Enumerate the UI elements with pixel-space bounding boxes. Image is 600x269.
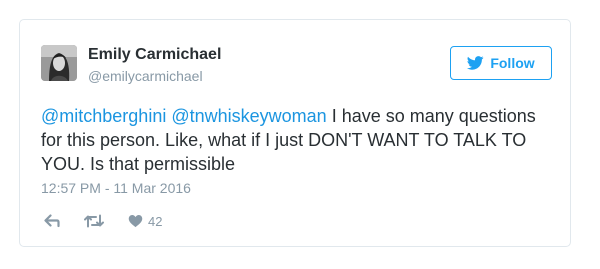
author-handle[interactable]: @emilycarmichael [88,68,203,84]
retweet-icon [84,214,104,228]
mention-link[interactable]: @tnwhiskeywoman [171,106,326,126]
like-button[interactable]: 42 [128,214,162,229]
mention-link[interactable]: @mitchberghini [41,106,166,126]
reply-button[interactable] [44,214,60,228]
retweet-button[interactable] [84,214,104,228]
tweet-card: Emily Carmichael @emilycarmichael Follow… [19,19,571,247]
heart-icon [128,215,143,228]
avatar[interactable] [41,45,77,81]
tweet-actions: 42 [41,211,162,231]
twitter-bird-icon [467,56,484,70]
tweet-timestamp[interactable]: 12:57 PM - 11 Mar 2016 [41,180,191,196]
reply-icon [44,214,60,228]
author-display-name[interactable]: Emily Carmichael [88,46,221,64]
like-count: 42 [148,213,163,229]
follow-button-label: Follow [490,55,535,71]
follow-button[interactable]: Follow [450,46,552,80]
avatar-photo-icon [41,45,77,81]
tweet-text: @mitchberghini @tnwhiskeywoman I have so… [41,104,546,176]
